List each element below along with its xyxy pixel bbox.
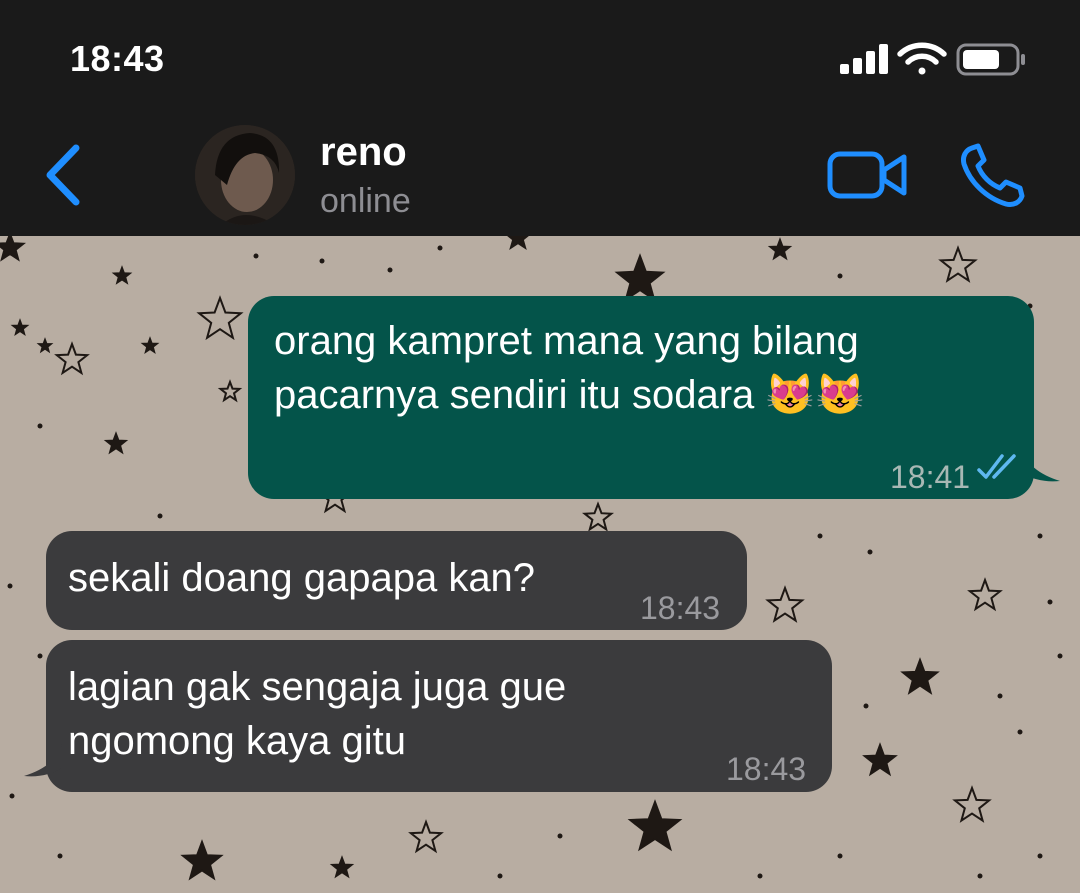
wallpaper-dot <box>817 533 823 539</box>
wallpaper-dot <box>837 853 843 859</box>
message-text: orang kampret mana yang bilang pacarnya … <box>274 319 865 417</box>
wallpaper-dot <box>863 703 869 709</box>
wallpaper-star <box>581 501 615 532</box>
wallpaper-star <box>952 785 992 823</box>
wallpaper-dot <box>253 253 259 259</box>
wallpaper-dot <box>977 873 983 879</box>
wallpaper-dot <box>437 245 443 251</box>
wallpaper-dot <box>57 853 63 859</box>
wallpaper-dot <box>1057 653 1063 659</box>
voice-call-button[interactable] <box>958 142 1028 208</box>
wallpaper-star <box>614 253 666 302</box>
wallpaper-dot <box>557 833 563 839</box>
wallpaper-dot <box>37 423 43 429</box>
wallpaper-star <box>627 799 683 852</box>
back-button[interactable] <box>40 140 90 210</box>
wallpaper-star <box>111 265 133 285</box>
wallpaper-star <box>103 431 129 455</box>
message-incoming[interactable]: sekali doang gapapa kan? 18:43 <box>46 531 747 630</box>
avatar-photo <box>195 125 295 225</box>
video-call-button[interactable] <box>826 146 912 206</box>
wallpaper-dot <box>867 549 873 555</box>
wallpaper-star <box>408 819 444 854</box>
chat-area[interactable]: orang kampret mana yang bilang pacarnya … <box>0 236 1080 893</box>
wallpaper-dot <box>997 693 1003 699</box>
wallpaper-star <box>10 318 30 337</box>
wallpaper-dot <box>1037 853 1043 859</box>
contact-status: online <box>320 182 411 220</box>
wallpaper-star <box>217 379 243 403</box>
wallpaper-star <box>329 855 355 879</box>
message-text: sekali doang gapapa kan? <box>68 556 536 600</box>
double-check-icon <box>977 454 1016 479</box>
status-time: 18:43 <box>70 38 165 79</box>
wallpaper-star <box>967 577 1003 612</box>
contact-name[interactable]: reno <box>320 130 407 175</box>
wallpaper-star <box>862 742 898 777</box>
video-camera-icon <box>827 151 907 199</box>
wallpaper-dot <box>497 873 503 879</box>
bubble-tail-incoming <box>24 744 62 777</box>
wallpaper-star <box>900 657 940 695</box>
wallpaper-dot <box>319 258 325 264</box>
chevron-left-icon <box>46 144 80 206</box>
wallpaper-star <box>765 585 805 623</box>
wallpaper-dot <box>1017 729 1023 735</box>
wallpaper-dot <box>7 583 13 589</box>
wallpaper-dot <box>1047 599 1053 605</box>
wallpaper-star <box>767 237 793 261</box>
message-incoming[interactable]: lagian gak sengaja juga gue ngomong kaya… <box>46 640 832 792</box>
top-bar: 18:43 reno online <box>0 0 1080 236</box>
bubble-tail-outgoing <box>1022 449 1060 482</box>
wallpaper-dot <box>37 653 43 659</box>
chat-screen: 18:43 reno online orang kampret mana yan… <box>0 0 1080 893</box>
phone-icon <box>961 143 1025 207</box>
wallpaper-star <box>140 336 160 355</box>
message-outgoing[interactable]: orang kampret mana yang bilang pacarnya … <box>248 296 1034 499</box>
message-time: 18:43 <box>726 751 807 787</box>
wallpaper-star <box>507 236 529 251</box>
wallpaper-dot <box>387 267 393 273</box>
wallpaper-star <box>54 341 90 376</box>
wallpaper-dot <box>157 513 163 519</box>
message-time: 18:43 <box>640 590 721 626</box>
wallpaper-star <box>180 839 224 881</box>
message-time: 18:41 <box>890 459 971 495</box>
wallpaper-dot <box>1037 533 1043 539</box>
wallpaper-star <box>938 245 978 283</box>
battery-icon <box>956 43 1025 76</box>
wallpaper-star <box>36 337 54 354</box>
status-icons <box>840 40 1030 85</box>
avatar[interactable] <box>195 125 295 225</box>
wallpaper-dot <box>757 873 763 879</box>
wallpaper-dot <box>837 273 843 279</box>
wifi-icon <box>897 42 947 75</box>
wallpaper-star <box>196 295 244 341</box>
message-text: lagian gak sengaja juga gue ngomong kaya… <box>68 665 567 763</box>
wallpaper-dot <box>9 793 15 799</box>
signal-icon <box>840 44 888 74</box>
wallpaper-star <box>0 236 27 262</box>
